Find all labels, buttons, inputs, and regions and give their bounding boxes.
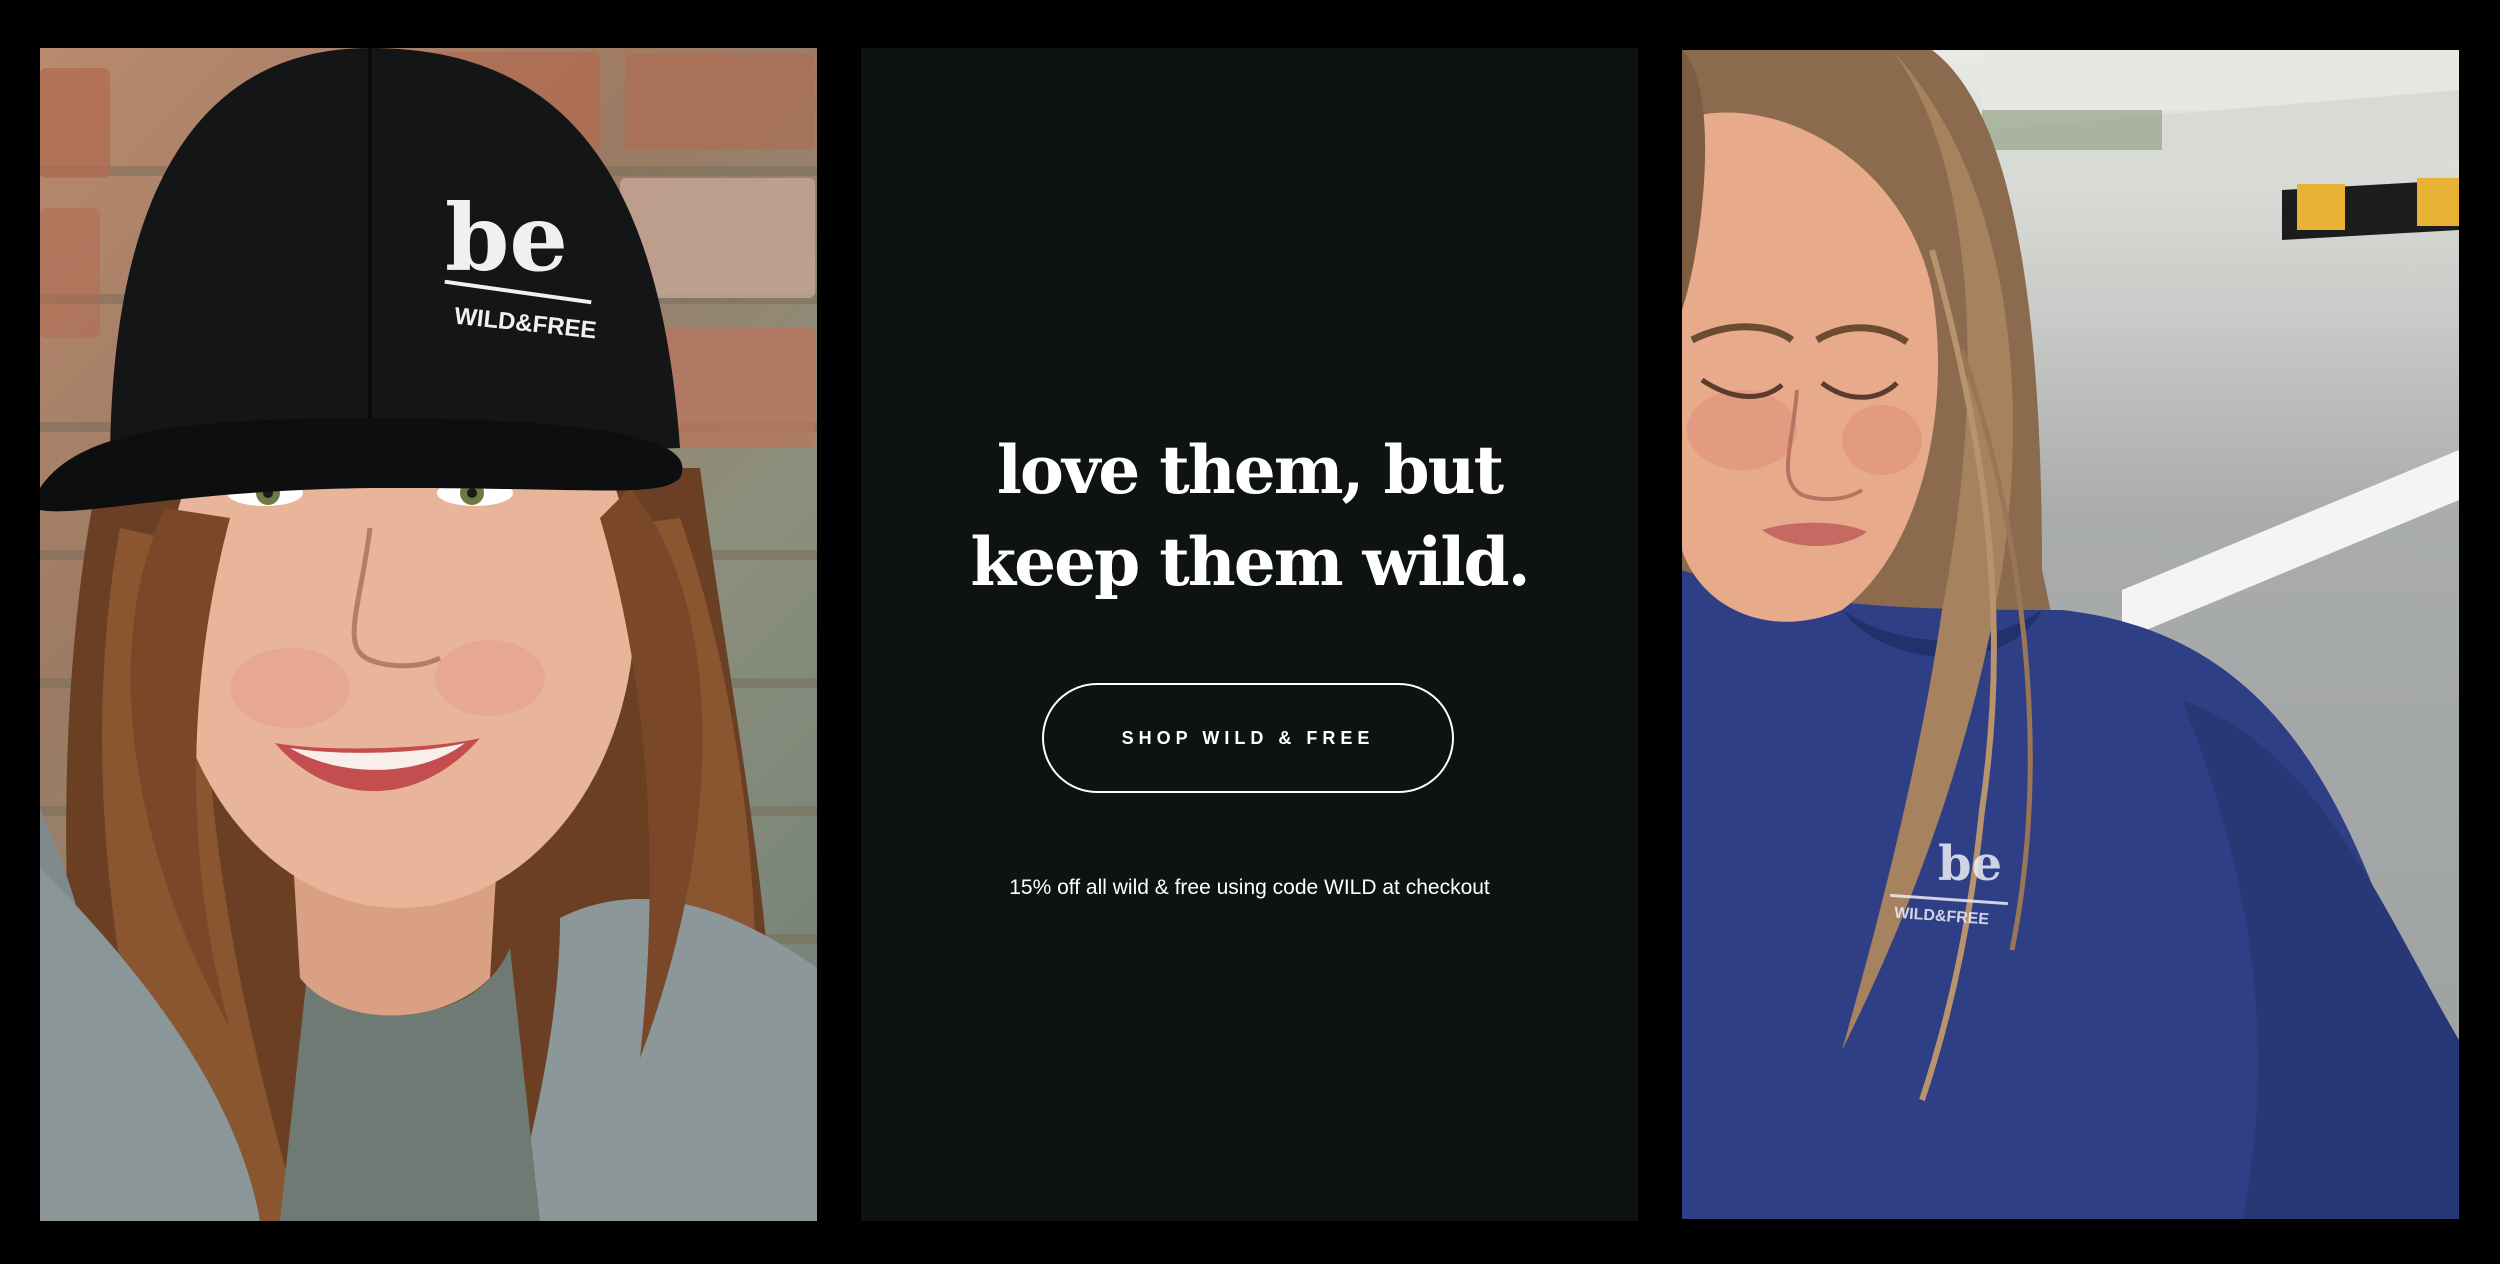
- shop-wild-and-free-button[interactable]: SHOP WILD & FREE: [1042, 683, 1454, 793]
- promo-code-text: 15% off all wild & free using code WILD …: [1009, 876, 1490, 899]
- left-lifestyle-photo: be WILD&FREE: [40, 48, 817, 1221]
- headline-line-2: keep them wild.: [970, 523, 1530, 601]
- girl-with-cap-illustration: [40, 48, 817, 1221]
- girl-in-sweatshirt-illustration: [1682, 50, 2459, 1219]
- right-lifestyle-photo: be WILD&FREE: [1682, 50, 2459, 1219]
- cap-logo-main: be: [445, 184, 568, 292]
- promo-panel: love them, but keep them wild. SHOP WILD…: [861, 48, 1638, 1221]
- promo-headline: love them, but keep them wild.: [861, 424, 1638, 608]
- headline-line-1: love them, but: [996, 431, 1504, 509]
- sweatshirt-logo-main: be: [1937, 836, 2003, 892]
